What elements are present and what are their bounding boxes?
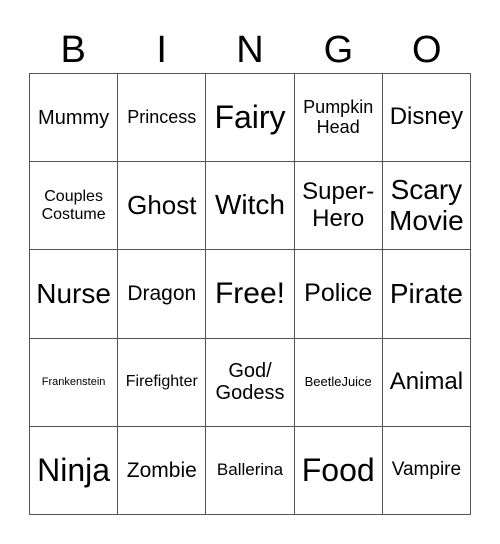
bingo-cell[interactable]: Frankenstein	[30, 338, 119, 427]
bingo-cell[interactable]: Pumpkin Head	[294, 74, 383, 163]
bingo-cell[interactable]: Pirate	[382, 250, 471, 339]
bingo-cell-label: Super-Hero	[302, 178, 375, 232]
bingo-cell[interactable]: Witch	[206, 162, 295, 251]
bingo-cell-label: Frankenstein	[41, 376, 106, 389]
bingo-cell[interactable]: Super-Hero	[294, 162, 383, 251]
bingo-cell[interactable]: Disney	[382, 74, 471, 163]
bingo-cell-label: Firefighter	[125, 373, 198, 391]
bingo-cell-label: Pumpkin Head	[303, 96, 374, 137]
bingo-grid: Mummy Princess Fairy Pumpkin Head Disney Coup…	[29, 73, 471, 515]
bingo-cell[interactable]: Police	[294, 250, 383, 339]
bingo-cell-label: God/ Godess	[215, 360, 285, 405]
bingo-cell-label: Princess	[127, 106, 197, 127]
header-letter-g: G	[323, 29, 354, 71]
bingo-cell-label: Zombie	[126, 458, 197, 482]
bingo-cell[interactable]: Ballerina	[206, 426, 295, 515]
bingo-header: B I N G O	[29, 28, 471, 72]
bingo-cell[interactable]: Scary Movie	[382, 162, 471, 251]
bingo-cell[interactable]: Mummy	[30, 74, 119, 163]
bingo-cell-label: Police	[304, 279, 373, 308]
bingo-cell[interactable]: God/ Godess	[206, 338, 295, 427]
header-letter-n: N	[236, 29, 264, 71]
bingo-cell-label: Free!	[214, 277, 285, 311]
bingo-cell[interactable]: Ninja	[30, 426, 119, 515]
bingo-cell[interactable]: BeetleJuice	[294, 338, 383, 427]
bingo-cell[interactable]: Princess	[118, 74, 207, 163]
bingo-cell[interactable]: Food	[294, 426, 383, 515]
bingo-cell-label: Mummy	[38, 106, 110, 129]
bingo-cell[interactable]: Fairy	[206, 74, 295, 163]
bingo-cell-label: Dragon	[127, 282, 197, 306]
bingo-cell[interactable]: Animal	[382, 338, 471, 427]
bingo-cell[interactable]: Couples Costume	[30, 162, 119, 251]
bingo-cell-label: Vampire	[391, 458, 462, 480]
bingo-cell-label: Scary Movie	[389, 173, 464, 236]
bingo-cell[interactable]: Dragon	[118, 250, 207, 339]
bingo-cell-label: Ninja	[37, 451, 111, 488]
bingo-cell[interactable]: Free!	[206, 250, 295, 339]
bingo-cell-label: Couples Costume	[41, 188, 106, 223]
bingo-cell-label: Ghost	[127, 190, 197, 221]
header-letter-b: B	[60, 29, 86, 71]
bingo-cell-label: Ballerina	[216, 460, 284, 480]
bingo-cell[interactable]: Nurse	[30, 250, 119, 339]
bingo-cell-label: Food	[301, 451, 375, 488]
bingo-cell-label: Disney	[389, 103, 464, 131]
header-letter-o: O	[412, 29, 442, 71]
bingo-cell[interactable]: Zombie	[118, 426, 207, 515]
header-letter-i: I	[156, 29, 167, 71]
bingo-cell[interactable]: Firefighter	[118, 338, 207, 427]
bingo-cell[interactable]: Vampire	[382, 426, 471, 515]
bingo-cell-label: Fairy	[214, 99, 286, 135]
bingo-cell-label: Nurse	[36, 277, 111, 309]
bingo-cell-label: Animal	[389, 368, 464, 395]
bingo-cell-label: BeetleJuice	[304, 374, 372, 390]
bingo-cell-label: Witch	[214, 189, 285, 221]
bingo-cell-label: Pirate	[389, 277, 463, 309]
bingo-cell[interactable]: Ghost	[118, 162, 207, 251]
